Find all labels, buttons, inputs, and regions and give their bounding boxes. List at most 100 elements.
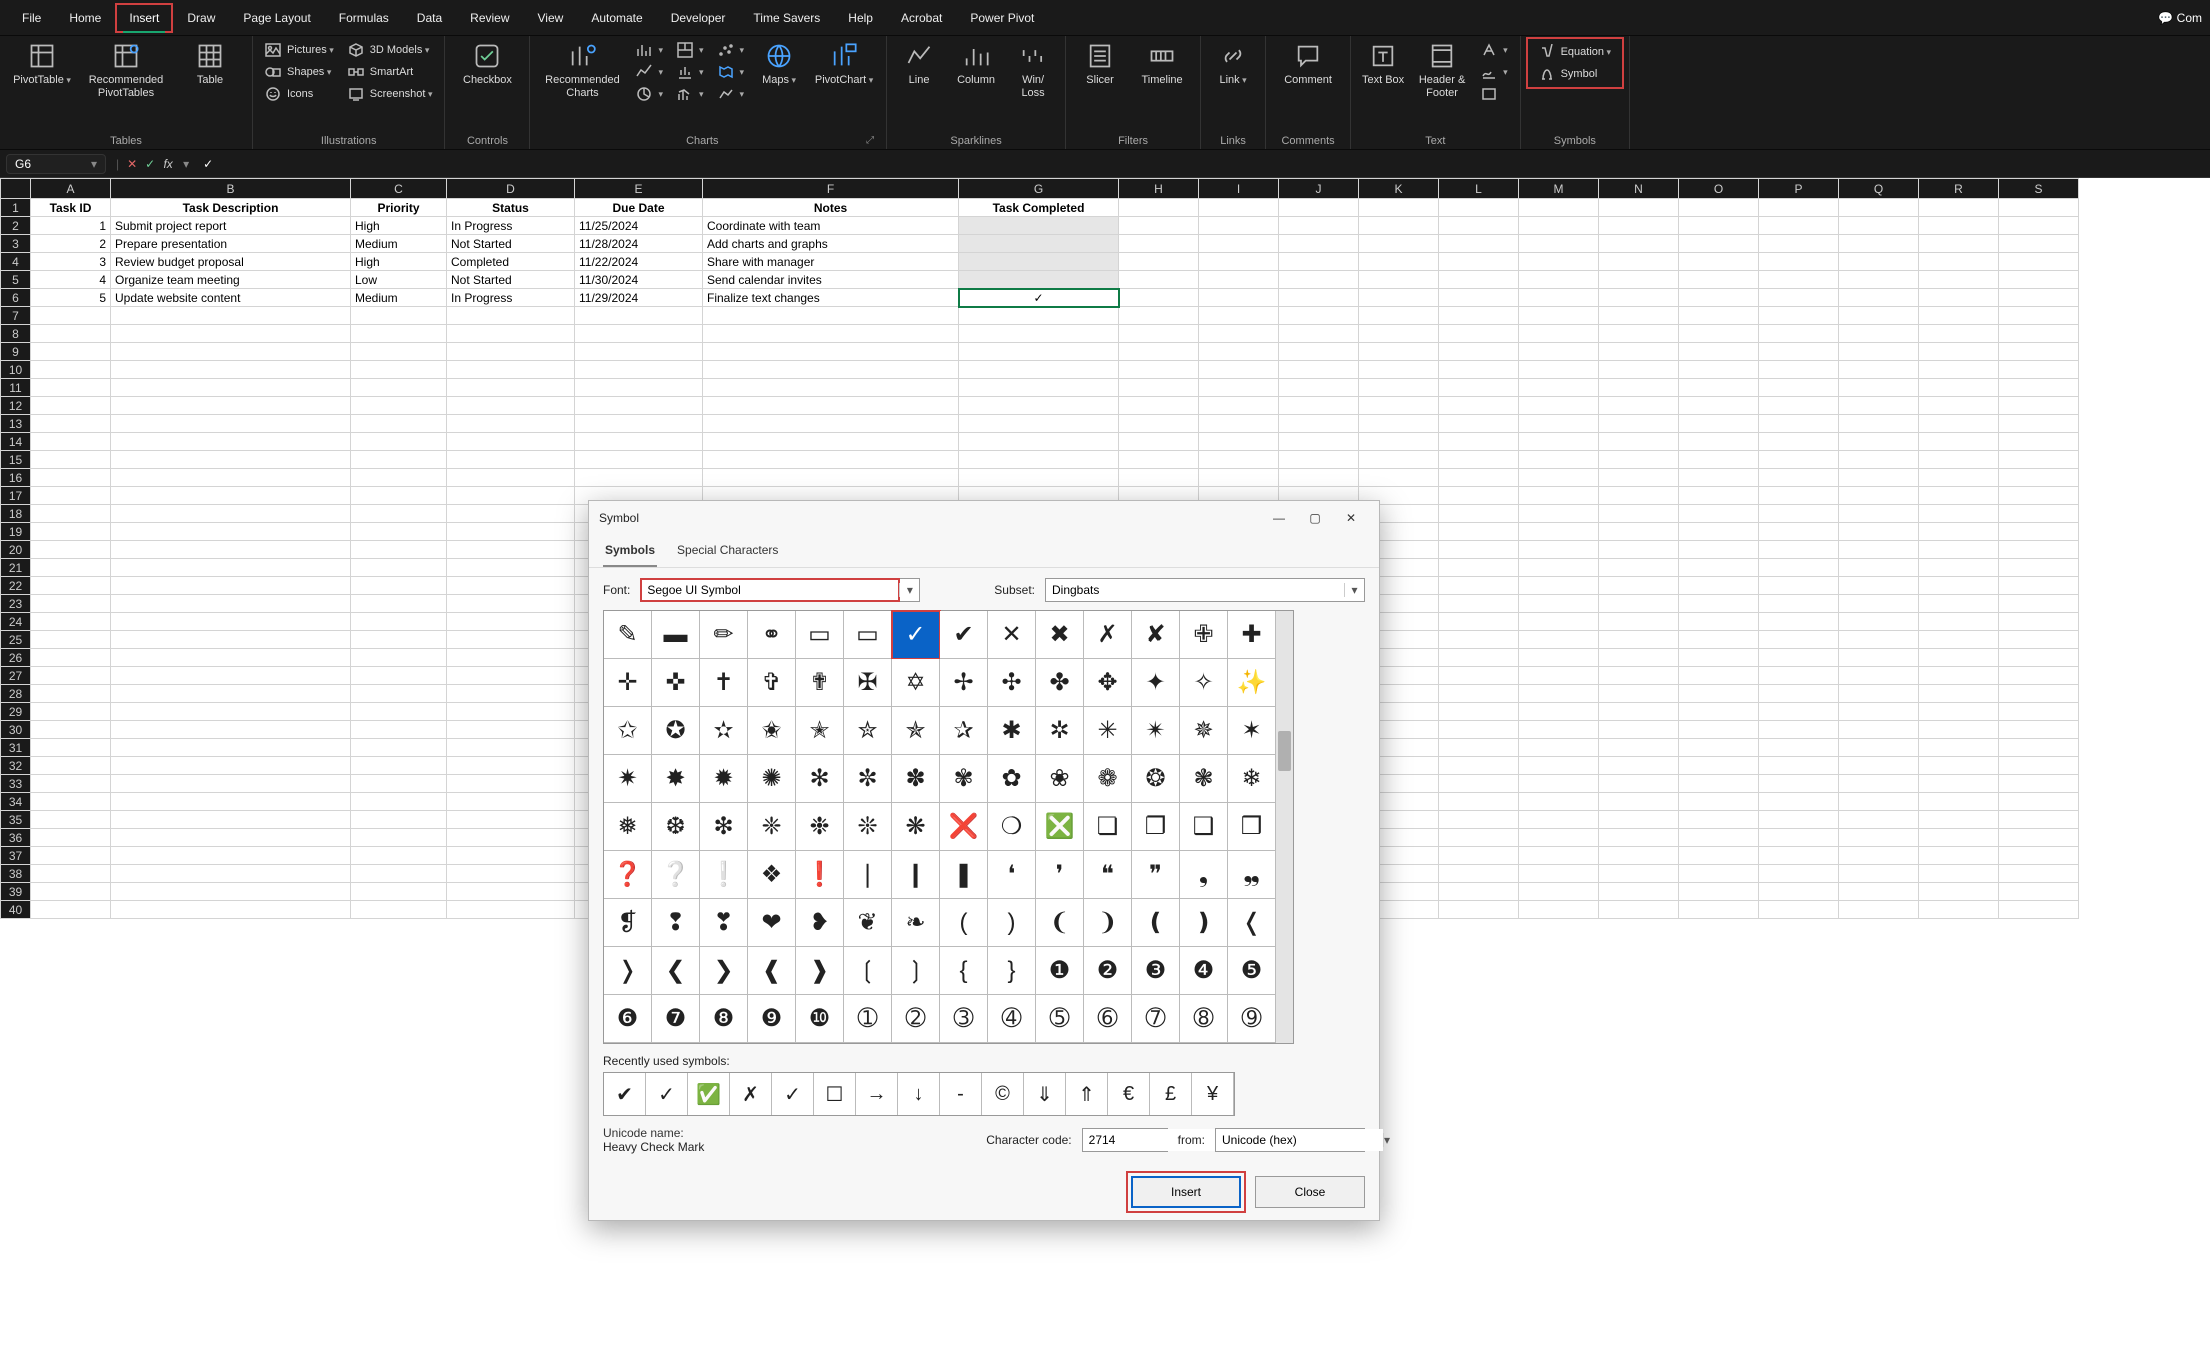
symbol-cell[interactable]: ✻ [796,755,844,803]
cell-P26[interactable] [1759,649,1839,667]
cell-R9[interactable] [1919,343,1999,361]
cell-L29[interactable] [1439,703,1519,721]
cell-A10[interactable] [31,361,111,379]
cell-P30[interactable] [1759,721,1839,739]
cell-A1[interactable]: Task ID [31,199,111,217]
wordart-button[interactable] [1477,40,1512,60]
cell-L9[interactable] [1439,343,1519,361]
cell-D19[interactable] [447,523,575,541]
cell-D14[interactable] [447,433,575,451]
cell-B22[interactable] [111,577,351,595]
cell-M8[interactable] [1519,325,1599,343]
cell-I16[interactable] [1199,469,1279,487]
cell-P25[interactable] [1759,631,1839,649]
cell-N10[interactable] [1599,361,1679,379]
symbol-cell[interactable]: ✨ [1228,659,1276,707]
row-header-31[interactable]: 31 [1,739,31,757]
cell-F7[interactable] [703,307,959,325]
cell-O18[interactable] [1679,505,1759,523]
cell-B1[interactable]: Task Description [111,199,351,217]
cell-S20[interactable] [1999,541,2079,559]
cell-C33[interactable] [351,775,447,793]
cell-C12[interactable] [351,397,447,415]
cell-A20[interactable] [31,541,111,559]
symbol-cell[interactable]: ❠ [1228,851,1276,899]
symbol-cell[interactable]: ❓ [604,851,652,899]
cell-S6[interactable] [1999,289,2079,307]
symbol-cell[interactable]: ❩ [1084,899,1132,947]
cell-N26[interactable] [1599,649,1679,667]
cell-N4[interactable] [1599,253,1679,271]
cell-A19[interactable] [31,523,111,541]
symbol-cell[interactable]: ✿ [988,755,1036,803]
font-input[interactable] [641,579,899,601]
cell-K15[interactable] [1359,451,1439,469]
symbol-cell[interactable]: ✶ [1228,707,1276,755]
cell-B14[interactable] [111,433,351,451]
cell-L35[interactable] [1439,811,1519,829]
cell-Q9[interactable] [1839,343,1919,361]
cell-L14[interactable] [1439,433,1519,451]
cell-A23[interactable] [31,595,111,613]
cell-A21[interactable] [31,559,111,577]
cell-L26[interactable] [1439,649,1519,667]
cell-P5[interactable] [1759,271,1839,289]
pictures-button[interactable]: Pictures [261,40,338,60]
cell-O32[interactable] [1679,757,1759,775]
symbol-cell[interactable]: ❅ [604,803,652,851]
cell-M20[interactable] [1519,541,1599,559]
symbol-cell[interactable]: ❗ [796,851,844,899]
cell-Q4[interactable] [1839,253,1919,271]
cell-D7[interactable] [447,307,575,325]
cell-S32[interactable] [1999,757,2079,775]
cell-Q1[interactable] [1839,199,1919,217]
symbol-cell[interactable]: ❒ [1228,803,1276,851]
cell-D32[interactable] [447,757,575,775]
col-header-R[interactable]: R [1919,179,1999,199]
cell-M17[interactable] [1519,487,1599,505]
cell-D11[interactable] [447,379,575,397]
cell-R35[interactable] [1919,811,1999,829]
cell-O34[interactable] [1679,793,1759,811]
cell-D20[interactable] [447,541,575,559]
symbol-cell[interactable]: ✮ [844,707,892,755]
symbol-cell[interactable]: ➄ [1036,995,1084,1043]
cell-K7[interactable] [1359,307,1439,325]
cell-K11[interactable] [1359,379,1439,397]
cell-R29[interactable] [1919,703,1999,721]
row-header-17[interactable]: 17 [1,487,31,505]
cell-R2[interactable] [1919,217,1999,235]
cell-O28[interactable] [1679,685,1759,703]
cell-Q27[interactable] [1839,667,1919,685]
cell-P13[interactable] [1759,415,1839,433]
cell-J5[interactable] [1279,271,1359,289]
comment-button[interactable]: Comment [1274,40,1342,120]
cell-G4[interactable] [959,253,1119,271]
cell-C22[interactable] [351,577,447,595]
cell-I14[interactable] [1199,433,1279,451]
cell-C7[interactable] [351,307,447,325]
cell-Q13[interactable] [1839,415,1919,433]
cell-O2[interactable] [1679,217,1759,235]
recent-symbol-cell[interactable]: £ [1150,1073,1192,1115]
cell-O13[interactable] [1679,415,1759,433]
recent-symbol-cell[interactable]: ⇑ [1066,1073,1108,1115]
cell-B16[interactable] [111,469,351,487]
col-header-E[interactable]: E [575,179,703,199]
cell-C5[interactable]: Low [351,271,447,289]
cell-S9[interactable] [1999,343,2079,361]
row-header-25[interactable]: 25 [1,631,31,649]
cell-M35[interactable] [1519,811,1599,829]
symbol-cell[interactable]: ✜ [652,659,700,707]
row-header-1[interactable]: 1 [1,199,31,217]
cell-J2[interactable] [1279,217,1359,235]
cell-R22[interactable] [1919,577,1999,595]
cell-P17[interactable] [1759,487,1839,505]
cell-C21[interactable] [351,559,447,577]
symbol-cell[interactable]: ➂ [940,995,988,1043]
cell-O40[interactable] [1679,901,1759,919]
chart-column-gallery[interactable] [632,40,667,60]
cell-S16[interactable] [1999,469,2079,487]
cell-R26[interactable] [1919,649,1999,667]
close-window-button[interactable]: ✕ [1333,501,1369,535]
